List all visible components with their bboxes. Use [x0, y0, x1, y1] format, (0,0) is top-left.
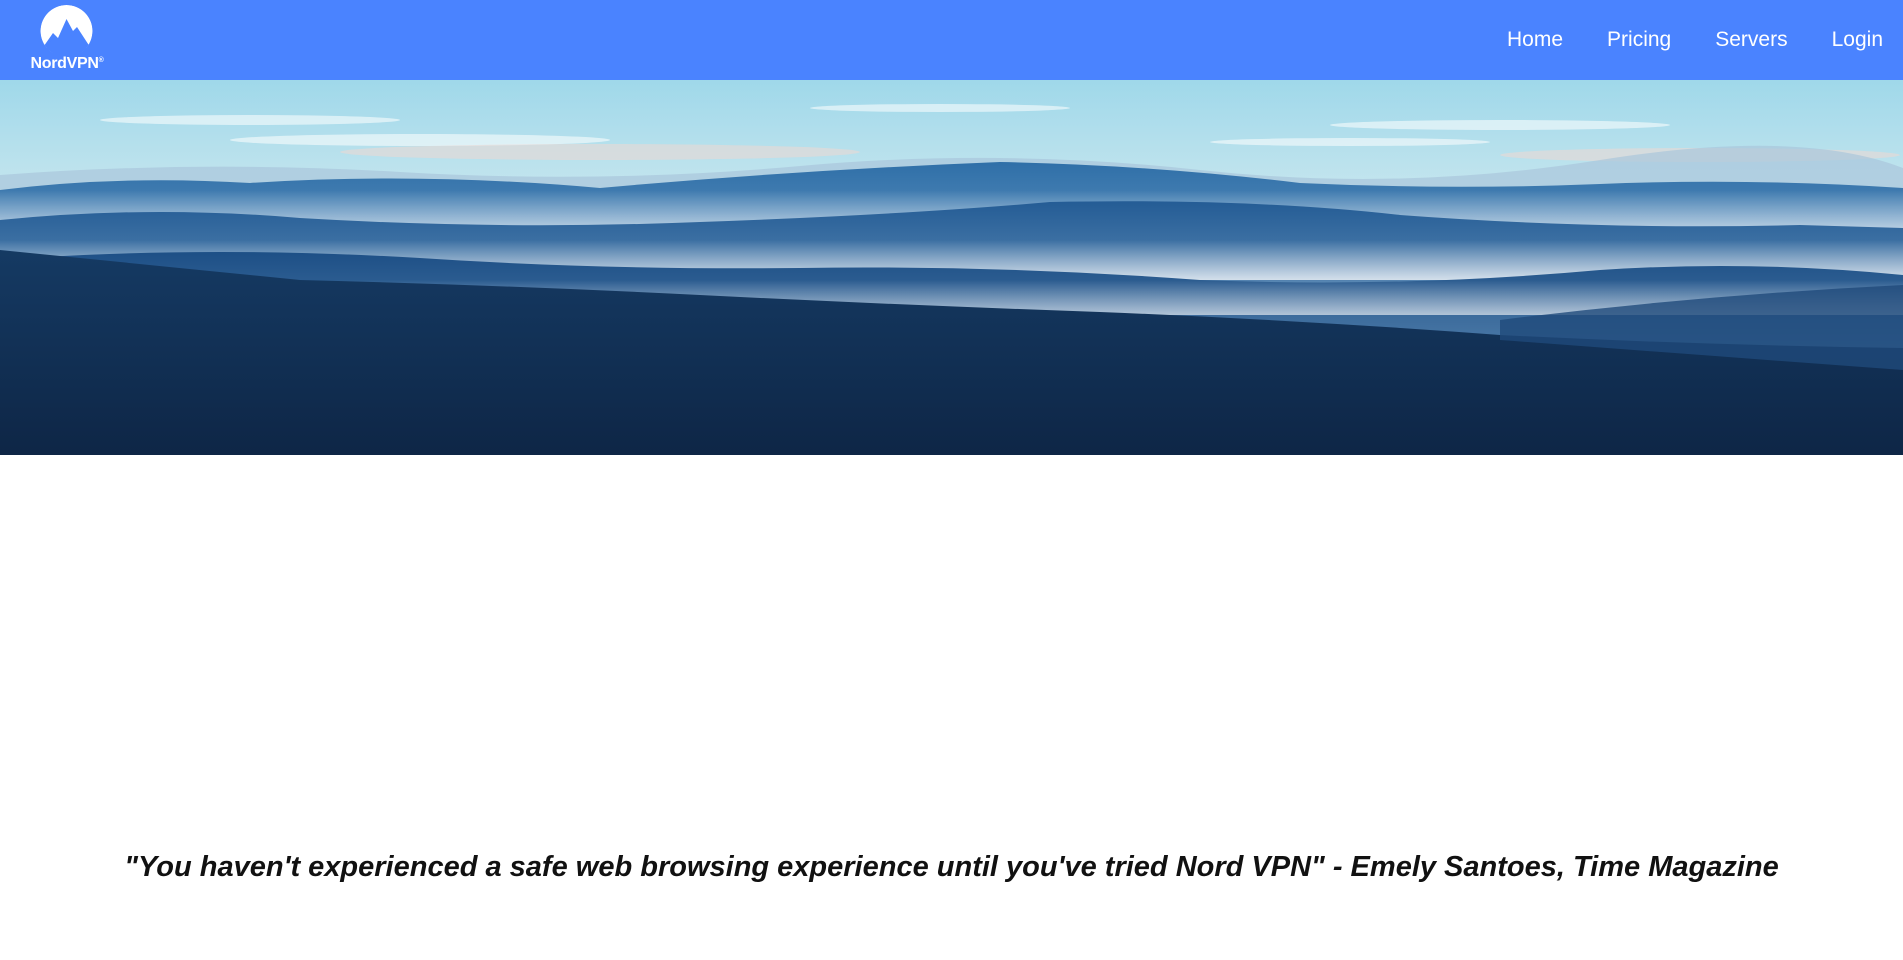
- nav-servers-link[interactable]: Servers: [1715, 28, 1787, 52]
- hero-banner-image: [0, 80, 1903, 455]
- mountain-landscape-illustration: [0, 80, 1903, 455]
- nav-home-link[interactable]: Home: [1507, 28, 1563, 52]
- nordvpn-logo[interactable]: NordVPN®: [26, 5, 108, 75]
- nav-login-link[interactable]: Login: [1832, 28, 1883, 52]
- main-nav: Home Pricing Servers Login: [1463, 0, 1883, 80]
- testimonial-quote: "You haven't experienced a safe web brow…: [124, 851, 1779, 883]
- mountain-circle-icon: [40, 5, 93, 53]
- top-navbar: NordVPN® Home Pricing Servers Login: [0, 0, 1903, 80]
- nav-pricing-link[interactable]: Pricing: [1607, 28, 1671, 52]
- brand-name: NordVPN®: [30, 55, 104, 72]
